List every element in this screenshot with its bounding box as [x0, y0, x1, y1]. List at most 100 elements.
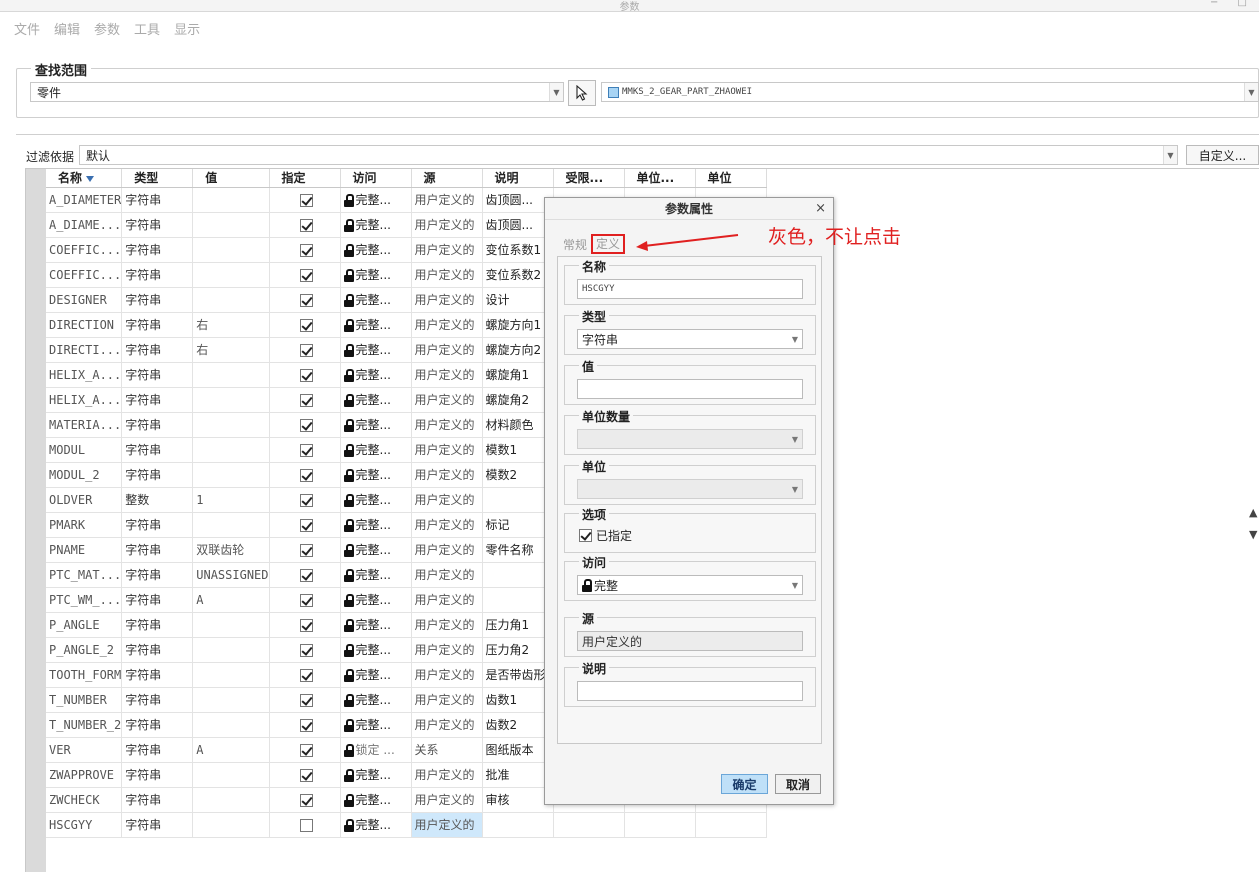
cell-designated[interactable]	[269, 437, 341, 463]
designated-checkbox[interactable]	[299, 693, 313, 707]
cell-designated[interactable]	[269, 587, 341, 613]
designated-checkbox[interactable]	[299, 218, 313, 232]
chevron-down-icon[interactable]: ▼	[1244, 83, 1258, 101]
cell-designated[interactable]	[269, 787, 341, 813]
cell-designated[interactable]	[269, 762, 341, 788]
cell-source[interactable]: 用户定义的	[411, 487, 483, 513]
cell-source[interactable]: 用户定义的	[411, 587, 483, 613]
cell-description[interactable]: 齿数2	[482, 712, 554, 738]
cell-name[interactable]: DIRECTION	[46, 312, 123, 338]
cell-value[interactable]	[192, 662, 270, 688]
cell-value[interactable]	[192, 687, 270, 713]
cell-type[interactable]: 字符串	[121, 287, 194, 313]
cell-designated[interactable]	[269, 337, 341, 363]
cell-access[interactable]: 完整...	[340, 462, 412, 488]
cell-source[interactable]: 用户定义的	[411, 212, 483, 238]
designated-checkbox[interactable]	[299, 543, 313, 557]
col-type[interactable]: 类型	[121, 169, 194, 188]
chevron-down-icon[interactable]: ▼	[788, 576, 802, 594]
cell-designated[interactable]	[269, 612, 341, 638]
cell-name[interactable]: PTC_WM_...	[46, 587, 123, 613]
cell-source[interactable]: 用户定义的	[411, 612, 483, 638]
cell-name[interactable]: PNAME	[46, 537, 123, 563]
cell-type[interactable]: 字符串	[121, 187, 194, 213]
cell-description[interactable]: 变位系数2	[482, 262, 554, 288]
designated-checkbox[interactable]	[299, 393, 313, 407]
designated-option[interactable]: 已指定	[579, 527, 632, 544]
col-unit[interactable]: 单位	[695, 169, 767, 188]
designated-checkbox[interactable]	[299, 493, 313, 507]
designated-checkbox[interactable]	[579, 529, 592, 542]
cell-description[interactable]: 零件名称	[482, 537, 554, 563]
cell-designated[interactable]	[269, 212, 341, 238]
cell-description[interactable]	[482, 562, 554, 588]
cell-source[interactable]: 用户定义的	[411, 462, 483, 488]
cell-source[interactable]: 用户定义的	[411, 187, 483, 213]
cell-designated[interactable]	[269, 537, 341, 563]
cell-name[interactable]: PMARK	[46, 512, 123, 538]
cell-description[interactable]: 模数1	[482, 437, 554, 463]
cell-value[interactable]	[192, 712, 270, 738]
cell-designated[interactable]	[269, 562, 341, 588]
name-input[interactable]: HSCGYY	[577, 279, 803, 299]
designated-checkbox[interactable]	[299, 418, 313, 432]
col-name[interactable]: 名称	[46, 169, 123, 188]
cell-source[interactable]: 用户定义的	[411, 637, 483, 663]
designated-checkbox[interactable]	[299, 668, 313, 682]
cell-designated[interactable]	[269, 687, 341, 713]
designated-checkbox[interactable]	[299, 468, 313, 482]
designated-checkbox[interactable]	[299, 368, 313, 382]
cell-source[interactable]: 用户定义的	[411, 437, 483, 463]
ok-button[interactable]: 确定	[721, 774, 768, 794]
cell-description[interactable]	[482, 487, 554, 513]
cell-source[interactable]: 用户定义的	[411, 312, 483, 338]
cell-description[interactable]: 图纸版本	[482, 737, 554, 763]
cell-type[interactable]: 字符串	[121, 387, 194, 413]
cell-description[interactable]: 设计	[482, 287, 554, 313]
col-unit-qty[interactable]: 单位...	[624, 169, 696, 188]
cell-value[interactable]: 右	[192, 312, 270, 338]
cell-designated[interactable]	[269, 187, 341, 213]
cell-access[interactable]: 完整...	[340, 187, 412, 213]
cell-description[interactable]: 材料颜色	[482, 412, 554, 438]
tab-general[interactable]: 常规	[559, 236, 591, 254]
designated-checkbox[interactable]	[299, 818, 313, 832]
cell-designated[interactable]	[269, 737, 341, 763]
cell-access[interactable]: 完整...	[340, 262, 412, 288]
cell-name[interactable]: DESIGNER	[46, 287, 123, 313]
designated-checkbox[interactable]	[299, 268, 313, 282]
cell-type[interactable]: 字符串	[121, 312, 194, 338]
cell-value[interactable]	[192, 187, 270, 213]
cell-type[interactable]: 字符串	[121, 462, 194, 488]
cell-type[interactable]: 字符串	[121, 687, 194, 713]
cell-description[interactable]: 螺旋角2	[482, 387, 554, 413]
designated-checkbox[interactable]	[299, 793, 313, 807]
cell-description[interactable]	[482, 812, 554, 838]
table-row[interactable]: HSCGYY 字符串 完整... 用户定义的	[46, 812, 767, 838]
filter-select[interactable]: 默认 ▼	[79, 145, 1178, 165]
cell-type[interactable]: 字符串	[121, 537, 194, 563]
cell-access[interactable]: 完整...	[340, 812, 412, 838]
cell-access[interactable]: 完整...	[340, 712, 412, 738]
cell-type[interactable]: 字符串	[121, 712, 194, 738]
col-description[interactable]: 说明	[482, 169, 554, 188]
cell-designated[interactable]	[269, 487, 341, 513]
cell-type[interactable]: 字符串	[121, 587, 194, 613]
col-access[interactable]: 访问	[340, 169, 412, 188]
cell-access[interactable]: 完整...	[340, 687, 412, 713]
designated-checkbox[interactable]	[299, 518, 313, 532]
cell-access[interactable]: 完整...	[340, 762, 412, 788]
cell-source[interactable]: 用户定义的	[411, 687, 483, 713]
cell-access[interactable]: 完整...	[340, 287, 412, 313]
cell-source[interactable]: 用户定义的	[411, 712, 483, 738]
cell-name[interactable]: P_ANGLE_2	[46, 637, 123, 663]
designated-checkbox[interactable]	[299, 743, 313, 757]
cell-type[interactable]: 字符串	[121, 662, 194, 688]
cell-designated[interactable]	[269, 312, 341, 338]
cell-type[interactable]: 字符串	[121, 612, 194, 638]
cell-description[interactable]: 螺旋方向1	[482, 312, 554, 338]
cell-source[interactable]: 用户定义的	[411, 337, 483, 363]
cell-description[interactable]: 齿顶圆...	[482, 212, 554, 238]
cell-type[interactable]: 字符串	[121, 512, 194, 538]
cell-access[interactable]: 完整...	[340, 212, 412, 238]
